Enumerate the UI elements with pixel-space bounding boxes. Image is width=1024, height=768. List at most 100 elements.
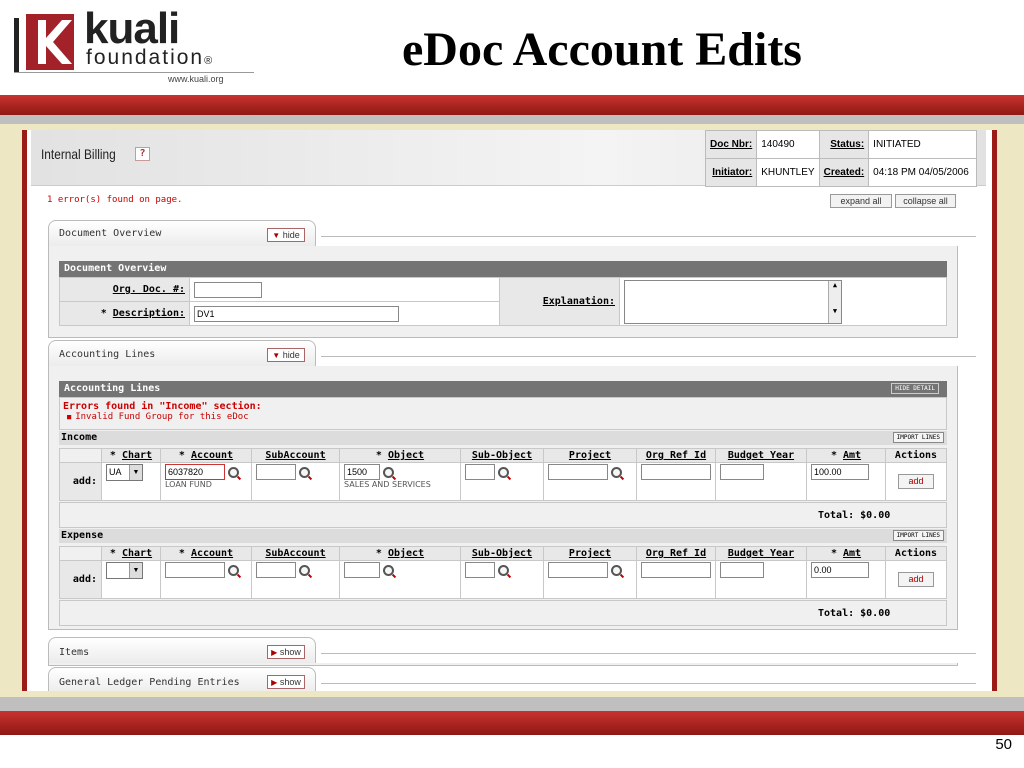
expense-actions-cell: add — [885, 560, 947, 599]
col-actions: Actions — [885, 448, 947, 463]
expense-chart-cell: ▼ — [101, 560, 161, 599]
tab-document-overview[interactable]: Document Overview ▼ hide — [48, 220, 316, 246]
expand-all-button[interactable]: expand all — [830, 194, 892, 208]
internal-billing-document: Internal Billing ? Doc Nbr: 140490 Statu… — [31, 130, 986, 691]
hide-label: hide — [282, 230, 300, 240]
items-show-button[interactable]: ▶ show — [267, 645, 305, 659]
col-orgref-label: Org Ref Id — [645, 450, 707, 461]
slide-title: eDoc Account Edits — [402, 23, 802, 76]
income-total-row: Total: $0.00 — [59, 502, 947, 528]
subaccount-lookup-icon[interactable] — [299, 564, 310, 576]
expense-account-cell — [160, 560, 252, 599]
org-doc-input[interactable] — [194, 281, 262, 298]
income-orgref-input[interactable] — [641, 464, 711, 480]
expense-project-input[interactable] — [548, 562, 608, 578]
req-mark: * — [375, 548, 388, 559]
col-actions: Actions — [885, 546, 947, 561]
income-subobject-input[interactable] — [465, 464, 495, 480]
col-project-label: Project — [568, 548, 612, 559]
textarea-scrollbar[interactable]: ▲ ▼ — [828, 280, 841, 323]
show-label: show — [279, 647, 301, 657]
object-lookup-icon[interactable] — [383, 564, 394, 576]
col-chart: * Chart — [101, 448, 161, 463]
col-orgref: Org Ref Id — [636, 546, 716, 561]
income-account-input[interactable]: 6037820 — [165, 464, 225, 480]
income-subaccount-cell — [251, 462, 340, 501]
explanation-label: Explanation: — [499, 277, 620, 326]
col-subobject-label: Sub-Object — [471, 548, 533, 559]
doc-title: Internal Billing — [41, 146, 116, 162]
tab-gl-label: General Ledger Pending Entries — [59, 677, 240, 688]
req-mark: * — [109, 450, 122, 461]
expense-chart-select[interactable]: ▼ — [106, 562, 143, 579]
tab-divider — [321, 236, 976, 237]
subobject-lookup-icon[interactable] — [498, 564, 509, 576]
scroll-up-icon[interactable]: ▲ — [829, 281, 841, 289]
logo-divider — [14, 72, 254, 73]
initiator-label: Initiator: — [704, 158, 758, 187]
description-input[interactable]: DV1 — [194, 305, 399, 322]
triangle-right-icon: ▶ — [271, 678, 278, 687]
expense-object-input[interactable] — [344, 562, 380, 578]
hide-label: hide — [282, 350, 300, 360]
col-budget-label: Budget Year — [727, 450, 795, 461]
project-lookup-icon[interactable] — [611, 466, 622, 478]
req-mark: * — [830, 548, 843, 559]
income-subaccount-input[interactable] — [256, 464, 296, 480]
expense-account-input[interactable] — [165, 562, 225, 578]
left-cream — [0, 130, 22, 691]
income-chart-select[interactable]: UA ▼ — [106, 464, 143, 481]
income-project-input[interactable] — [548, 464, 608, 480]
account-lookup-icon[interactable] — [228, 466, 239, 478]
project-lookup-icon[interactable] — [611, 564, 622, 576]
expense-add-button[interactable]: add — [898, 572, 934, 587]
account-lookup-icon[interactable] — [228, 564, 239, 576]
income-import-lines-button[interactable]: IMPORT LINES — [892, 432, 944, 443]
col-account-label: Account — [190, 450, 234, 461]
tab-items[interactable]: Items ▶ show — [48, 637, 316, 663]
logo-reg: ® — [204, 55, 215, 67]
document-overview-hide-button[interactable]: ▼ hide — [267, 228, 305, 242]
accounting-error-text: Invalid Fund Group for this eDoc — [75, 412, 249, 422]
explanation-textarea[interactable]: ▲ ▼ — [624, 279, 842, 324]
tab-gl-pending-entries[interactable]: General Ledger Pending Entries ▶ show — [48, 667, 316, 691]
expense-project-cell — [543, 560, 637, 599]
subobject-lookup-icon[interactable] — [498, 466, 509, 478]
income-total: Total: $0.00 — [818, 510, 891, 521]
object-lookup-icon[interactable] — [383, 466, 394, 478]
top-red-band — [0, 95, 1024, 115]
col-budget: Budget Year — [715, 448, 807, 463]
document-overview-header: Document Overview — [59, 261, 947, 277]
triangle-right-icon: ▶ — [271, 648, 278, 657]
hide-detail-button[interactable]: HIDE DETAIL — [891, 383, 939, 394]
tab-divider — [321, 356, 976, 357]
show-label: show — [279, 677, 301, 687]
scroll-down-icon[interactable]: ▼ — [829, 307, 841, 315]
expense-lines-table: * Chart * Account SubAccount * Object Su… — [59, 546, 947, 599]
gl-show-button[interactable]: ▶ show — [267, 675, 305, 689]
accounting-lines-hide-button[interactable]: ▼ hide — [267, 348, 305, 362]
expense-budget-input[interactable] — [720, 562, 764, 578]
subaccount-lookup-icon[interactable] — [299, 466, 310, 478]
collapse-all-button[interactable]: collapse all — [895, 194, 956, 208]
tab-accounting-lines[interactable]: Accounting Lines ▼ hide — [48, 340, 316, 366]
col-project: Project — [543, 546, 637, 561]
accounting-lines-title: Accounting Lines — [64, 383, 161, 394]
income-add-button[interactable]: add — [898, 474, 934, 489]
help-icon[interactable]: ? — [135, 147, 150, 161]
expense-import-lines-button[interactable]: IMPORT LINES — [892, 530, 944, 541]
expense-orgref-input[interactable] — [641, 562, 711, 578]
page-number: 50 — [995, 736, 1012, 753]
items-panel — [48, 663, 958, 666]
expense-subheader: Expense IMPORT LINES — [59, 529, 947, 543]
expense-amt-input[interactable]: 0.00 — [811, 562, 869, 578]
income-object-input[interactable]: 1500 — [344, 464, 380, 480]
expense-object-cell — [339, 560, 461, 599]
expense-subobject-input[interactable] — [465, 562, 495, 578]
description-label-text: Description: — [112, 308, 185, 319]
income-amt-cell: 100.00 — [806, 462, 886, 501]
income-chart-cell: UA ▼ — [101, 462, 161, 501]
income-budget-input[interactable] — [720, 464, 764, 480]
income-amt-input[interactable]: 100.00 — [811, 464, 869, 480]
expense-subaccount-input[interactable] — [256, 562, 296, 578]
